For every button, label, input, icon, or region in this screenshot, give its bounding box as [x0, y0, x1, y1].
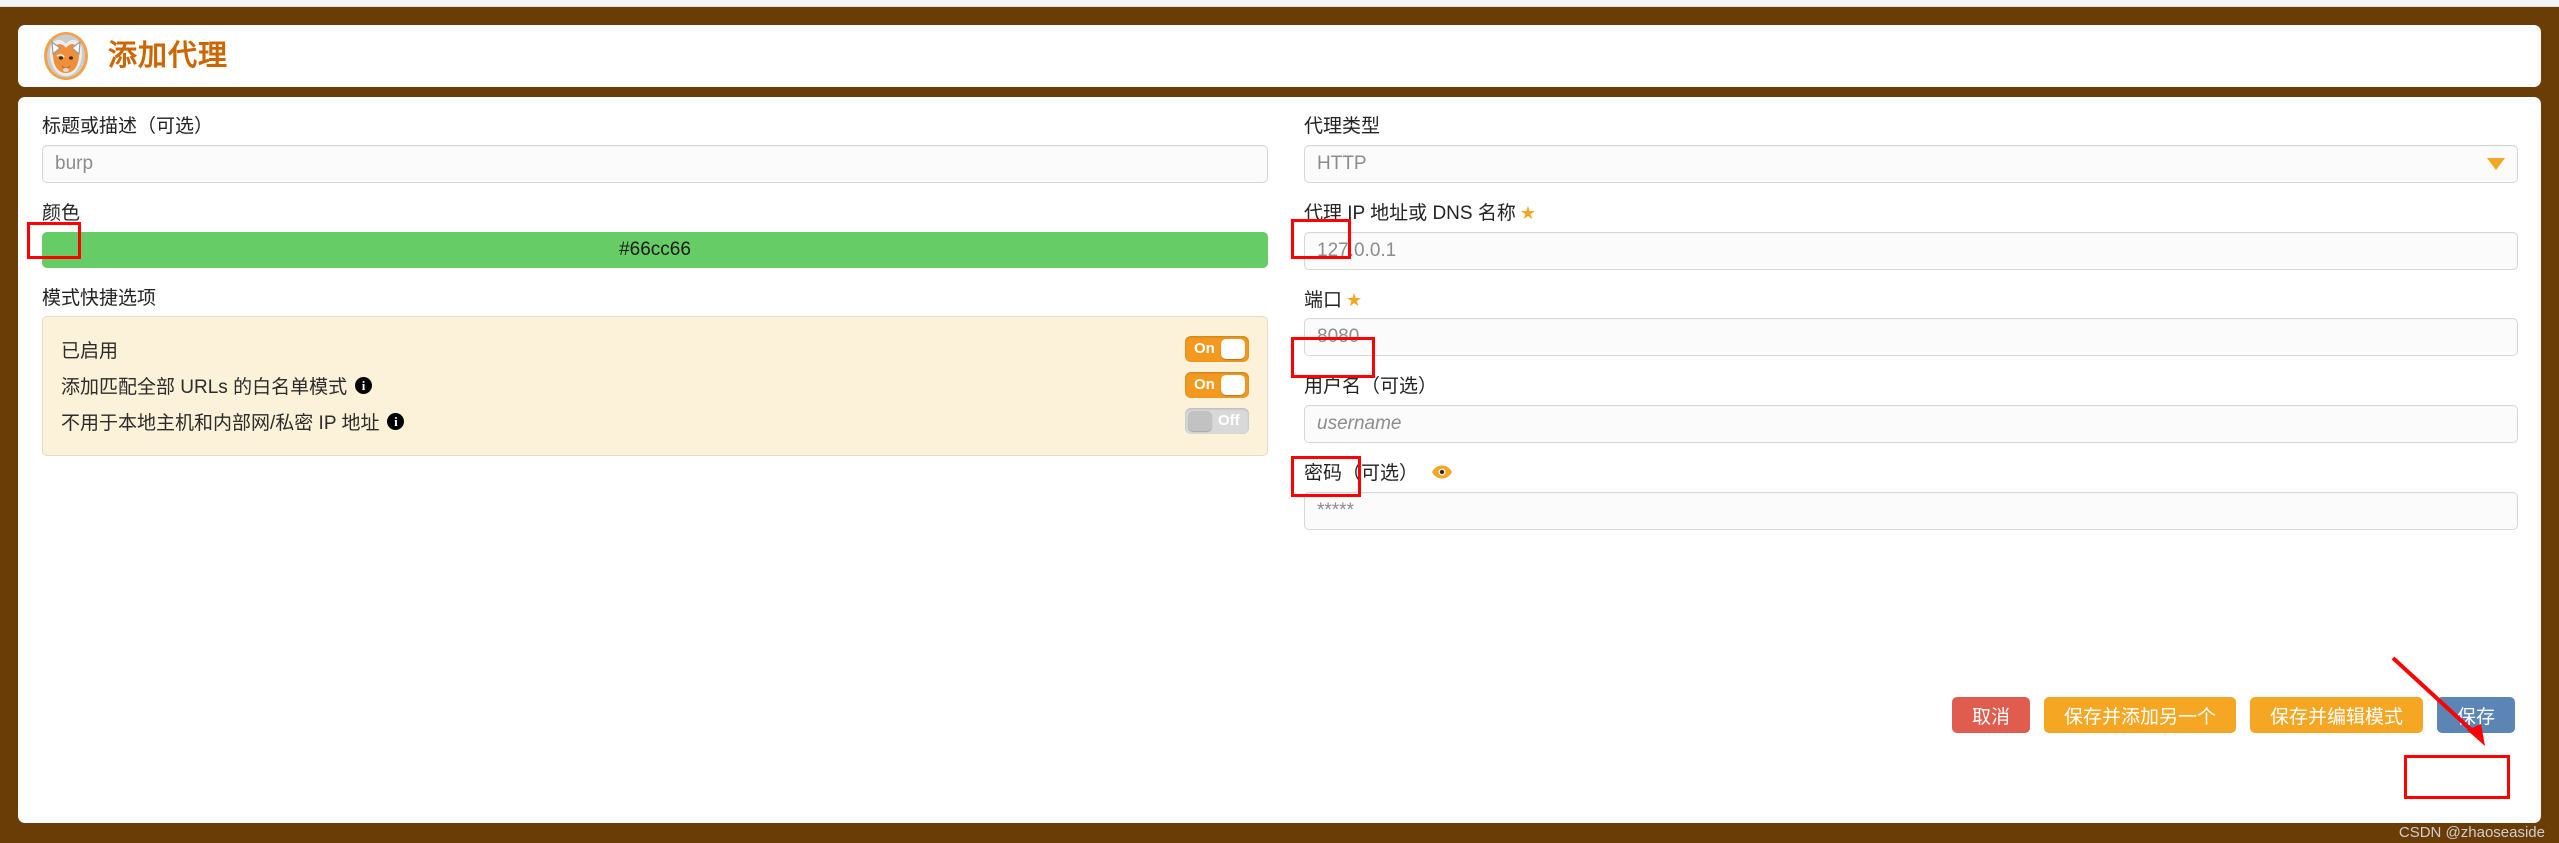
mode-row-whitelist-label: 添加匹配全部 URLs 的白名单模式	[61, 376, 348, 398]
toggle-localhost[interactable]: Off	[1185, 408, 1249, 435]
password-label: 密码（可选）	[1304, 462, 2518, 486]
dialog-body: 标题或描述（可选） burp 颜色 #66cc66 模式快捷选项 已启用 On	[18, 97, 2541, 823]
proxy-type-select[interactable]: HTTP	[1304, 144, 2518, 183]
toggle-whitelist-label: On	[1194, 376, 1215, 394]
form-columns: 标题或描述（可选） burp 颜色 #66cc66 模式快捷选项 已启用 On	[18, 97, 2541, 530]
cancel-button[interactable]: 取消	[1951, 697, 2030, 733]
save-button[interactable]: 保存	[2436, 697, 2515, 733]
toggle-enabled[interactable]: On	[1185, 336, 1249, 363]
foxyproxy-fox-logo-icon	[40, 30, 92, 82]
page-title: 添加代理	[108, 39, 229, 72]
port-label: 端口 ★	[1304, 289, 2518, 313]
chevron-down-icon	[2487, 157, 2505, 170]
dialog-actions: 取消 保存并添加另一个 保存并编辑模式 保存	[1951, 697, 2515, 733]
port-label-text: 端口	[1304, 289, 1343, 311]
info-icon[interactable]: i	[387, 412, 405, 430]
toggle-localhost-label: Off	[1218, 412, 1240, 430]
password-input[interactable]: *****	[1304, 491, 2518, 530]
host-label: 代理 IP 地址或 DNS 名称 ★	[1304, 202, 2518, 226]
proxy-type-value: HTTP	[1317, 152, 1367, 174]
mode-row-whitelist-text: 添加匹配全部 URLs 的白名单模式 i	[61, 372, 373, 399]
title-input[interactable]: burp	[42, 144, 1268, 183]
toggle-localhost-knob	[1188, 411, 1212, 432]
info-icon[interactable]: i	[355, 376, 373, 394]
mode-row-enabled: 已启用 On	[61, 331, 1249, 367]
toggle-enabled-label: On	[1194, 340, 1215, 358]
dialog-header: 添加代理	[18, 25, 2541, 87]
mode-row-localhost-text: 不用于本地主机和内部网/私密 IP 地址 i	[61, 408, 405, 435]
host-label-text: 代理 IP 地址或 DNS 名称	[1304, 202, 1516, 224]
toggle-whitelist-knob	[1220, 375, 1245, 396]
proxy-type-label: 代理类型	[1304, 116, 1381, 137]
app-window: 添加代理 标题或描述（可选） burp 颜色 #66cc66 模式快捷选项 已启…	[0, 0, 2559, 843]
mode-row-localhost-label: 不用于本地主机和内部网/私密 IP 地址	[61, 412, 380, 434]
watermark: CSDN @zhaoseaside	[2398, 824, 2545, 841]
mode-row-enabled-text: 已启用	[61, 336, 118, 363]
title-field-label: 标题或描述（可选）	[42, 116, 214, 137]
browser-top-strip	[0, 0, 2559, 7]
host-input[interactable]: 127.0.0.1	[1304, 231, 2518, 270]
mode-row-localhost: 不用于本地主机和内部网/私密 IP 地址 i Off	[61, 403, 1249, 439]
save-and-edit-patterns-button[interactable]: 保存并编辑模式	[2249, 697, 2423, 733]
color-swatch[interactable]: #66cc66	[42, 231, 1268, 268]
mode-shortcuts-panel: 已启用 On 添加匹配全部 URLs 的白名单模式 i On 不用于本地主机和内…	[42, 316, 1268, 457]
required-star-icon: ★	[1346, 289, 1363, 310]
eye-icon[interactable]	[1431, 462, 1453, 486]
username-label: 用户名（可选）	[1304, 376, 1438, 398]
port-input[interactable]: 8080	[1304, 318, 2518, 357]
mode-section-label: 模式快捷选项	[42, 287, 157, 309]
mode-row-whitelist: 添加匹配全部 URLs 的白名单模式 i On	[61, 367, 1249, 403]
username-input[interactable]: username	[1304, 405, 2518, 443]
right-column: 代理类型 HTTP 代理 IP 地址或 DNS 名称 ★ 127.0.0.1 端口…	[1286, 115, 2518, 530]
save-and-add-another-button[interactable]: 保存并添加另一个	[2043, 697, 2236, 733]
left-column: 标题或描述（可选） burp 颜色 #66cc66 模式快捷选项 已启用 On	[42, 115, 1286, 530]
color-field-label: 颜色	[42, 202, 81, 224]
required-star-icon: ★	[1519, 202, 1536, 223]
mode-row-enabled-label: 已启用	[61, 340, 119, 362]
password-label-text: 密码（可选）	[1304, 463, 1419, 484]
toggle-whitelist[interactable]: On	[1185, 372, 1249, 399]
toggle-enabled-knob	[1220, 339, 1245, 360]
